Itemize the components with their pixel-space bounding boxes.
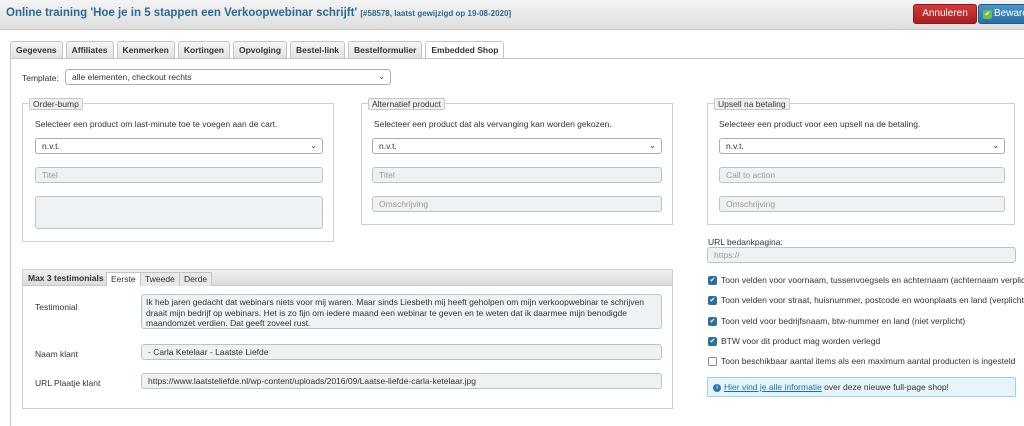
order-bump-select-value: n.v.t. [42,141,60,151]
info-icon: i [713,383,721,392]
option-label-vat: BTW voor dit product mag worden verlegd [721,336,881,346]
alternative-product-legend: Alternatief product [368,98,445,110]
chevron-down-icon: ⌄ [310,141,317,150]
order-bump-legend: Order-bump [29,98,83,110]
customer-image-url-input[interactable]: https://www.laatsteliefde.nl/wp-content/… [141,373,662,389]
option-checkbox-name[interactable]: ✔ [708,276,717,285]
template-label: Template: [22,73,59,83]
upsell-description-input[interactable]: Omschrijving [719,196,1005,212]
tab-gegevens[interactable]: Gegevens [10,41,63,58]
tab-affiliates[interactable]: Affiliates [65,41,114,58]
testimonial-tab-tweede[interactable]: Tweede [140,272,180,286]
tab-bestelformulier[interactable]: Bestelformulier [348,41,423,58]
customer-image-url-label: URL Plaatje klant [35,378,101,388]
option-label-company: Toon veld voor bedrijfsnaam, btw-nummer … [721,316,966,326]
alternative-description-input[interactable]: Omschrijving [372,196,662,212]
chevron-down-icon: ⌄ [992,141,999,150]
cancel-button[interactable]: Annuleren [913,4,977,24]
template-select[interactable]: alle elementen, checkout rechts ⌄ [65,69,391,85]
alternative-select-value: n.v.t. [379,141,397,151]
chevron-down-icon: ⌄ [378,72,385,81]
upsell-select-value: n.v.t. [726,141,744,151]
testimonials-title: Max 3 testimonials [28,273,104,283]
tab-kenmerken[interactable]: Kenmerken [116,41,175,58]
testimonial-label: Testimonial [35,302,78,312]
check-icon: ✔ [983,10,992,19]
option-label-name: Toon velden voor voornaam, tussenvoegsel… [721,275,1024,285]
info-box: i Hier vind je alle informatie over deze … [707,377,1016,397]
option-label-stock: Toon beschikbaar aantal items als een ma… [721,356,1016,366]
option-checkbox-stock[interactable]: ✔ [708,357,717,366]
tab-embedded-shop[interactable]: Embedded Shop [425,41,505,59]
save-button[interactable]: ✔Beward [978,4,1024,24]
tab-opvolging[interactable]: Opvolging [233,41,288,58]
testimonials-header: Max 3 testimonials Eerste Tweede Derde [23,270,672,286]
alternative-description: Selecteer een product dat als vervanging… [374,119,612,129]
chevron-down-icon: ⌄ [649,141,656,150]
alternative-title-input[interactable]: Titel [372,167,662,183]
upsell-product-select[interactable]: n.v.t. ⌄ [719,138,1005,154]
template-select-value: alle elementen, checkout rechts [72,72,192,82]
tab-bestel-link[interactable]: Bestel-link [290,41,346,58]
customer-name-input[interactable]: - Carla Ketelaar - Laatste Liefde [141,344,662,360]
order-bump-title-input[interactable]: Titel [35,167,323,183]
option-checkbox-address[interactable]: ✔ [708,296,717,305]
testimonial-textarea[interactable]: Ik heb jaren gedacht dat webinars niets … [141,294,662,329]
testimonial-tab-eerste[interactable]: Eerste [106,272,141,286]
page-title-meta: [#58578, laatst gewijzigd op 19-08-2020] [360,9,512,18]
thank-you-url-label: URL bedankpagina: [708,237,783,247]
page-title: Online training 'Hoe je in 5 stappen een… [6,7,511,19]
alternative-product-select[interactable]: n.v.t. ⌄ [372,138,662,154]
info-text: over deze nieuwe full-page shop! [821,382,949,392]
option-checkbox-company[interactable]: ✔ [708,317,717,326]
option-checkbox-vat[interactable]: ✔ [708,337,717,346]
order-bump-description: Selecteer een product om last-minute toe… [35,119,278,129]
testimonial-tab-derde[interactable]: Derde [179,272,213,286]
tab-bar: Gegevens Affiliates Kenmerken Kortingen … [10,41,507,59]
save-button-label: Beward [994,8,1024,19]
customer-name-label: Naam klant [35,349,78,359]
info-link[interactable]: Hier vind je alle informatie [724,382,822,392]
order-bump-product-select[interactable]: n.v.t. ⌄ [35,138,323,154]
order-bump-textarea[interactable] [35,196,323,229]
option-label-address: Toon velden voor straat, huisnummer, pos… [721,295,1024,305]
upsell-cta-input[interactable]: Call to action [719,167,1005,183]
upsell-legend: Upsell na betaling [714,98,790,110]
thank-you-url-input[interactable]: https:// [707,247,1016,263]
page-title-text: Online training 'Hoe je in 5 stappen een… [6,7,358,19]
header-bar: Online training 'Hoe je in 5 stappen een… [0,0,1024,30]
upsell-description: Selecteer een product voor een upsell na… [719,119,921,129]
tab-kortingen[interactable]: Kortingen [177,41,230,58]
